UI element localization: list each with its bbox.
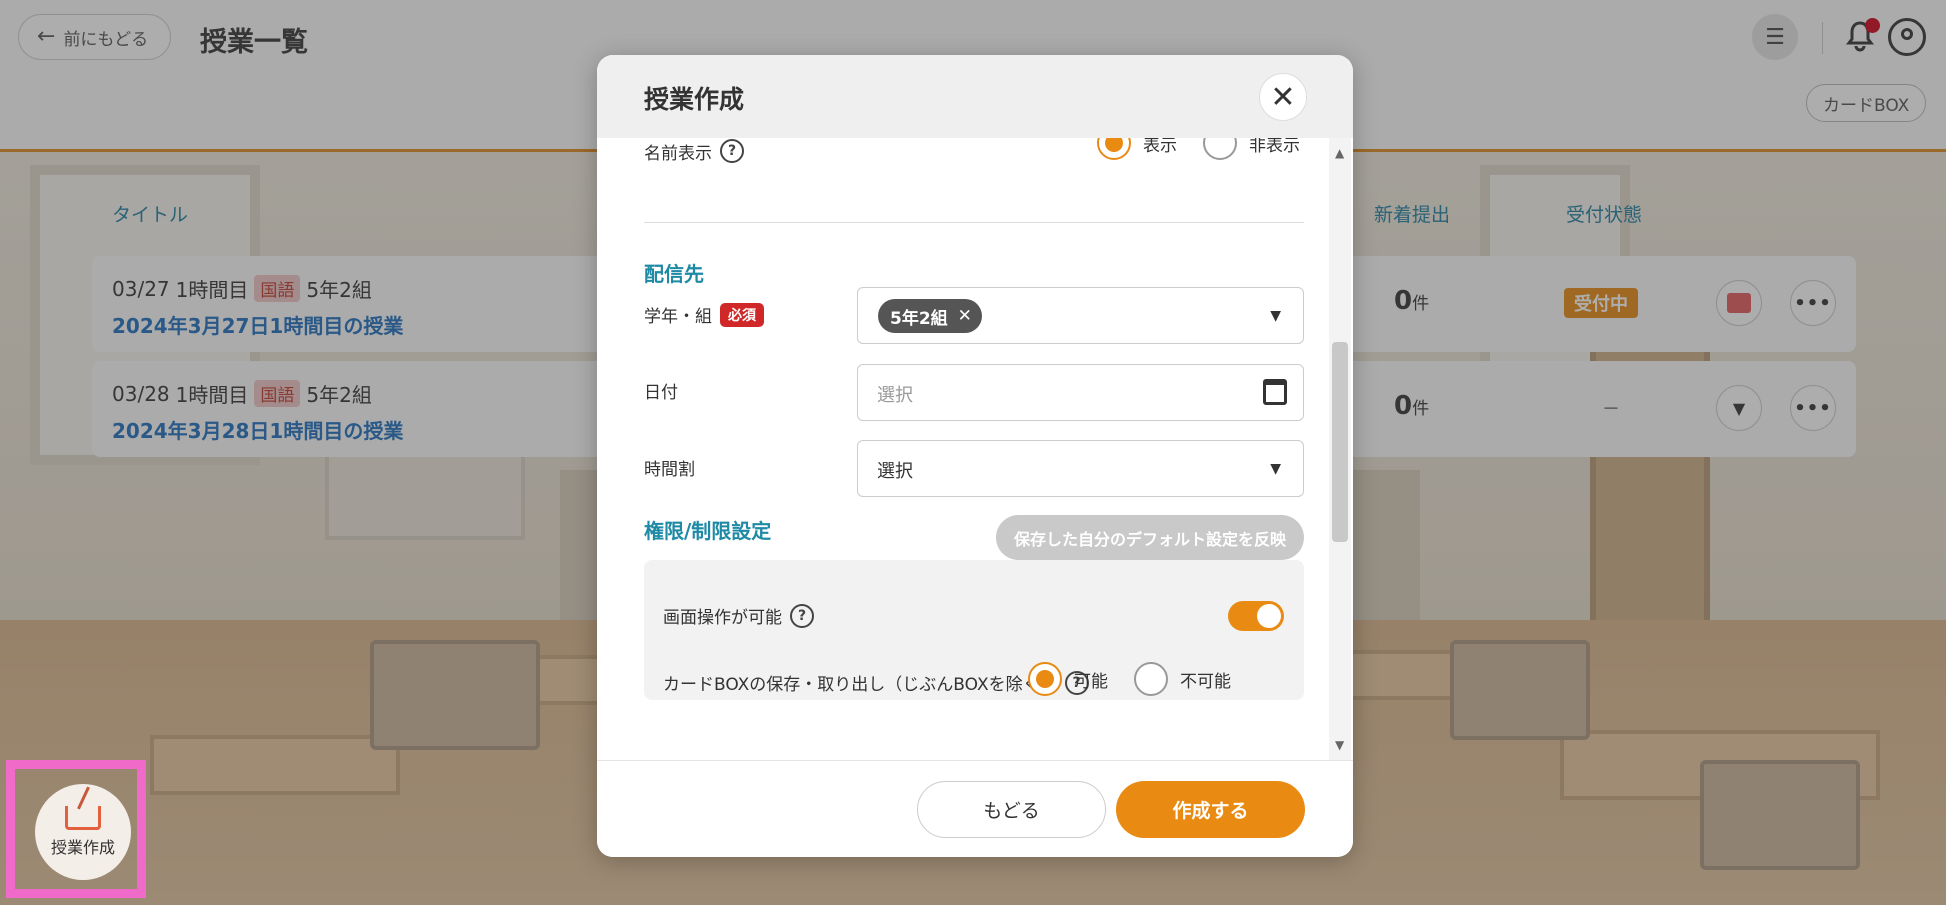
selected-class-chip[interactable]: 5年2組 ✕ [878,299,982,333]
date-input[interactable]: 選択 [857,364,1304,421]
timetable-select[interactable]: 選択 ▼ [857,440,1304,497]
highlight-frame: 授業作成 [6,760,146,898]
radio-show[interactable] [1097,138,1131,160]
dialog-header: 授業作成 ✕ [597,55,1353,138]
timetable-value: 選択 [877,461,913,482]
dialog-scrollbar[interactable]: ▲ ▼ [1329,138,1351,760]
dialog-body: 名前表示 ? 表示 非表示 配信先 学年・組 必須 5年2組 ✕ ▼ 日付 選択 [597,138,1353,760]
create-lesson-fab[interactable]: 授業作成 [35,784,131,880]
radio-deny[interactable] [1134,662,1168,696]
cardbox-radio-group: 可能 不可能 [1028,662,1231,696]
permissions-panel: 画面操作が可能 ? カードBOXの保存・取り出し（じぶんBOXを除く） ? 可能… [644,560,1304,700]
create-lesson-dialog: 授業作成 ✕ 名前表示 ? 表示 非表示 配信先 学年・組 必須 5年2組 ✕ … [597,55,1353,857]
radio-show-label: 表示 [1143,138,1177,156]
scrollbar-thumb[interactable] [1332,342,1348,542]
open-book-pen-icon [65,806,101,830]
chip-remove-icon[interactable]: ✕ [958,306,972,326]
help-icon[interactable]: ? [720,139,744,163]
chevron-down-icon: ▼ [1270,308,1281,324]
radio-hide[interactable] [1203,138,1237,160]
apply-default-settings-button[interactable]: 保存した自分のデフォルト設定を反映 [996,515,1304,560]
dialog-footer: もどる 作成する [597,760,1353,857]
create-lesson-fab-label: 授業作成 [50,838,115,857]
name-display-label: 名前表示 ? [644,138,744,164]
date-label: 日付 [644,383,678,403]
cancel-back-button[interactable]: もどる [917,781,1106,838]
radio-allow[interactable] [1028,662,1062,696]
grade-class-label: 学年・組 必須 [644,302,764,327]
calendar-icon[interactable] [1263,379,1287,405]
required-badge: 必須 [720,302,764,327]
screen-operation-toggle[interactable] [1228,601,1284,631]
chevron-down-icon: ▼ [1270,461,1281,477]
dialog-title: 授業作成 [644,85,745,114]
radio-deny-label: 不可能 [1180,671,1231,692]
create-button[interactable]: 作成する [1116,781,1305,838]
grade-class-select[interactable]: 5年2組 ✕ ▼ [857,287,1304,344]
help-icon[interactable]: ? [790,603,814,628]
permissions-section-title: 権限/制限設定 [644,519,772,543]
delivery-section-title: 配信先 [644,262,704,286]
date-placeholder: 選択 [877,385,913,406]
radio-hide-label: 非表示 [1249,138,1300,156]
scroll-up-icon[interactable]: ▲ [1335,146,1344,160]
scroll-down-icon[interactable]: ▼ [1335,738,1344,752]
radio-allow-label: 可能 [1074,671,1108,692]
divider [644,222,1304,223]
close-icon[interactable]: ✕ [1259,73,1307,121]
screen-operation-label: 画面操作が可能 ? [663,603,814,628]
name-display-radio-group: 表示 非表示 [1097,138,1300,160]
timetable-label: 時間割 [644,460,695,480]
cardbox-save-label: カードBOXの保存・取り出し（じぶんBOXを除く） ? [663,670,1089,695]
